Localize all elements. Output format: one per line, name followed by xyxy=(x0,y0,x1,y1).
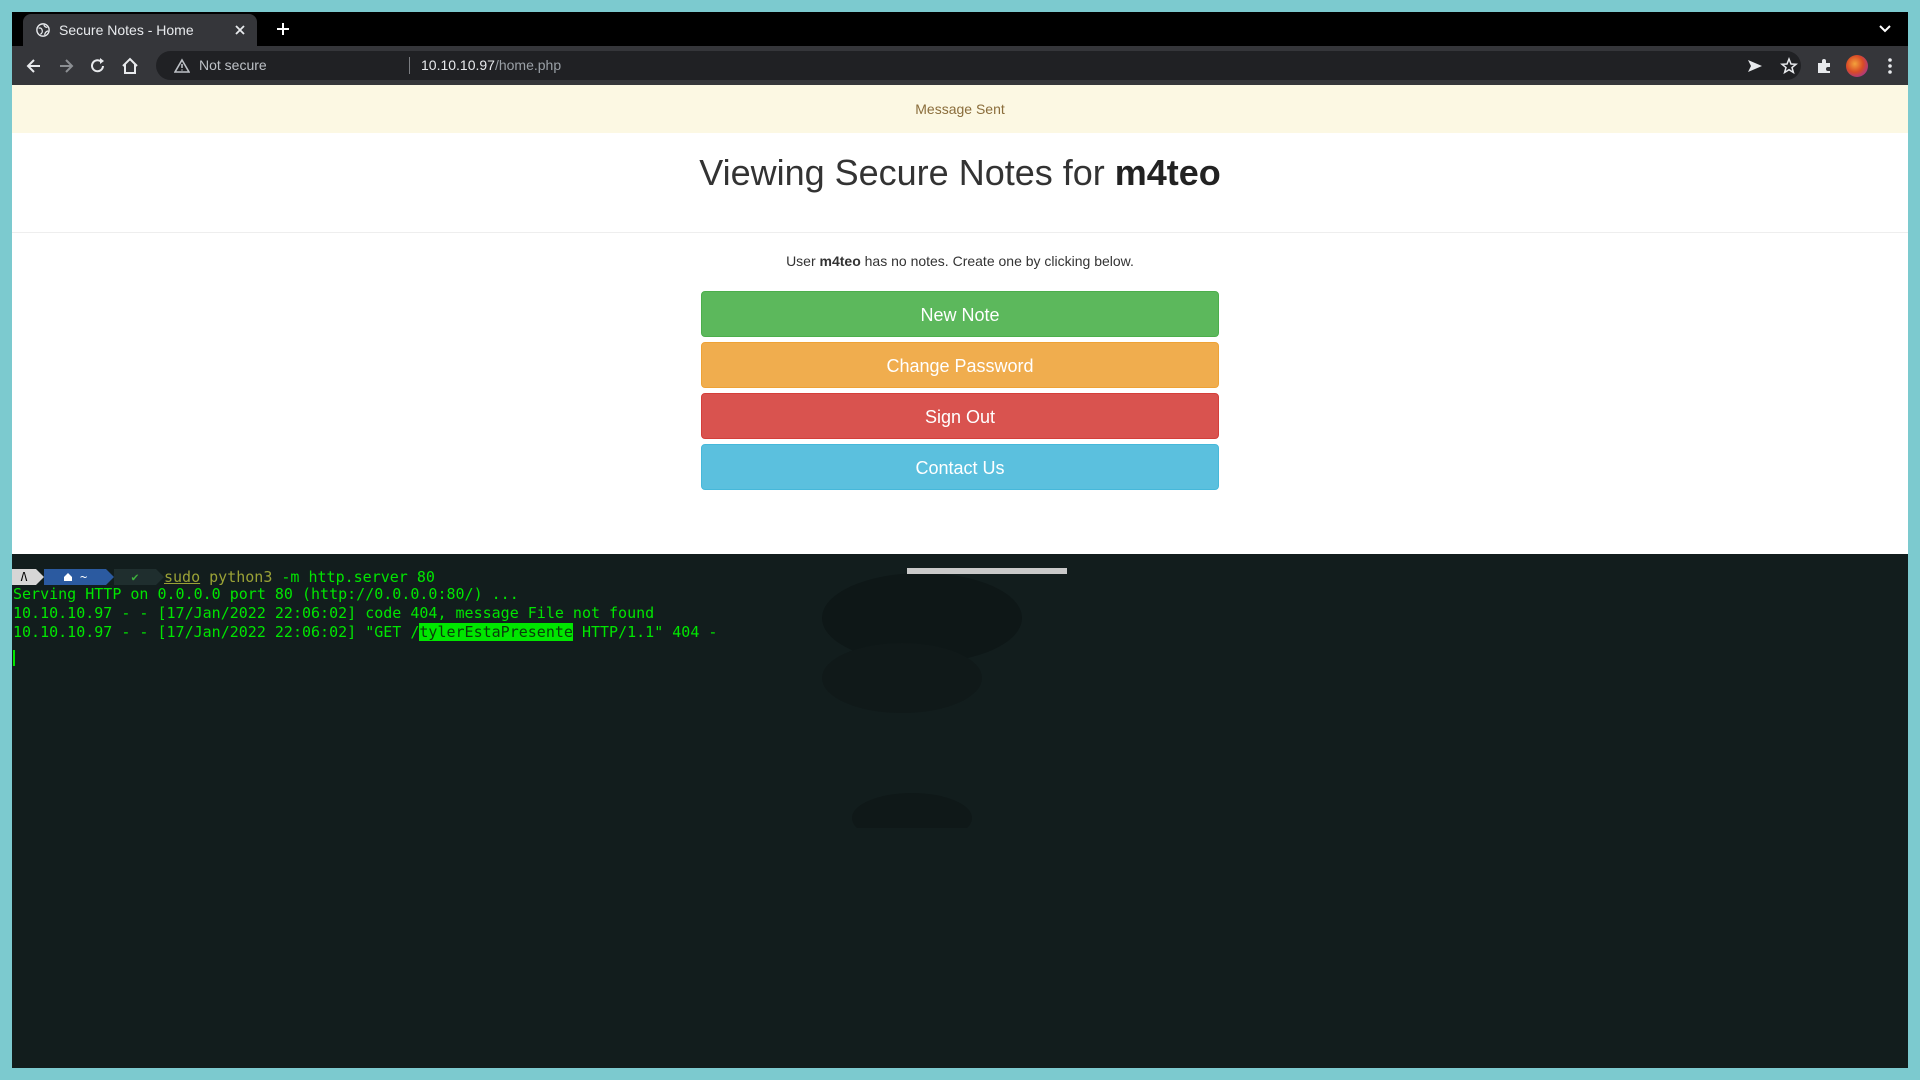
url-path: /home.php xyxy=(494,57,562,73)
web-page: Message Sent Viewing Secure Notes for m4… xyxy=(12,85,1908,554)
home-icon xyxy=(63,573,72,581)
star-icon[interactable] xyxy=(1780,57,1798,75)
no-notes-user: m4teo xyxy=(819,253,861,269)
kebab-menu-icon[interactable] xyxy=(1880,56,1900,76)
new-note-button[interactable]: New Note xyxy=(701,291,1219,337)
new-tab-icon[interactable] xyxy=(274,20,292,38)
profile-avatar[interactable] xyxy=(1846,55,1868,77)
prompt-os-arrow xyxy=(36,569,44,585)
browser-toolbar: Not secure 10.10.10.97/home.php xyxy=(12,46,1908,85)
prompt-dir-arrow xyxy=(106,569,114,585)
close-icon[interactable] xyxy=(231,21,249,39)
terminal-window[interactable]: Ʌ ~ ✔ sudo python3 -m http.server 80 Ser… xyxy=(12,568,1908,1068)
cmd-python: python3 xyxy=(209,568,273,586)
forward-arrow-icon[interactable] xyxy=(56,56,76,76)
terminal-output-line: 10.10.10.97 - - [17/Jan/2022 22:06:02] "… xyxy=(13,623,717,642)
contact-us-button[interactable]: Contact Us xyxy=(701,444,1219,490)
tab-strip: Secure Notes - Home xyxy=(12,12,1908,46)
highlighted-path: tylerEstaPresente xyxy=(419,623,573,641)
address-bar[interactable]: Not secure 10.10.10.97/home.php xyxy=(156,51,1801,80)
send-icon[interactable] xyxy=(1746,57,1764,75)
home-icon[interactable] xyxy=(120,56,140,76)
no-notes-suffix: has no notes. Create one by clicking bel… xyxy=(860,253,1134,269)
warning-icon[interactable] xyxy=(174,58,190,74)
wallpaper-art xyxy=(822,568,1067,828)
cmd-args: -m http.server 80 xyxy=(281,568,435,586)
page-title-prefix: Viewing Secure Notes for xyxy=(699,152,1115,193)
prompt-status-arrow xyxy=(156,569,164,585)
request-suffix: HTTP/1.1" 404 - xyxy=(572,623,718,641)
change-password-button[interactable]: Change Password xyxy=(701,342,1219,388)
page-title-user: m4teo xyxy=(1114,152,1221,193)
not-secure-label[interactable]: Not secure xyxy=(199,57,267,73)
sign-out-button[interactable]: Sign Out xyxy=(701,393,1219,439)
url-text[interactable]: 10.10.10.97/home.php xyxy=(421,57,561,73)
prompt-status-segment: ✔ xyxy=(114,569,156,585)
globe-icon xyxy=(36,23,50,37)
browser-window: Secure Notes - Home Not secure 10.10.10.… xyxy=(12,12,1908,554)
page-title: Viewing Secure Notes for m4teo xyxy=(12,143,1908,203)
divider xyxy=(12,232,1908,233)
terminal-output-line: Serving HTTP on 0.0.0.0 port 80 (http://… xyxy=(13,585,519,603)
desktop-frame: Secure Notes - Home Not secure 10.10.10.… xyxy=(12,12,1908,1068)
reload-icon[interactable] xyxy=(88,56,108,76)
no-notes-message: User m4teo has no notes. Create one by c… xyxy=(12,253,1908,269)
prompt-dir-text: ~ xyxy=(80,570,88,584)
url-host: 10.10.10.97 xyxy=(421,57,495,73)
terminal-cursor xyxy=(13,650,15,666)
extensions-icon[interactable] xyxy=(1814,56,1834,76)
chevron-down-icon[interactable] xyxy=(1878,22,1892,36)
request-prefix: 10.10.10.97 - - [17/Jan/2022 22:06:02] "… xyxy=(13,623,420,641)
separator xyxy=(409,57,410,74)
tab-secure-notes[interactable]: Secure Notes - Home xyxy=(23,14,257,46)
terminal-output-line: 10.10.10.97 - - [17/Jan/2022 22:06:02] c… xyxy=(13,604,655,622)
cmd-sudo: sudo xyxy=(164,568,201,586)
command-line: sudo python3 -m http.server 80 xyxy=(164,569,435,586)
prompt-dir-segment: ~ xyxy=(44,569,106,585)
back-arrow-icon[interactable] xyxy=(24,56,44,76)
no-notes-prefix: User xyxy=(786,253,820,269)
prompt-os-segment: Ʌ xyxy=(12,569,36,585)
tab-title: Secure Notes - Home xyxy=(59,22,194,38)
alert-message-sent: Message Sent xyxy=(12,85,1908,133)
